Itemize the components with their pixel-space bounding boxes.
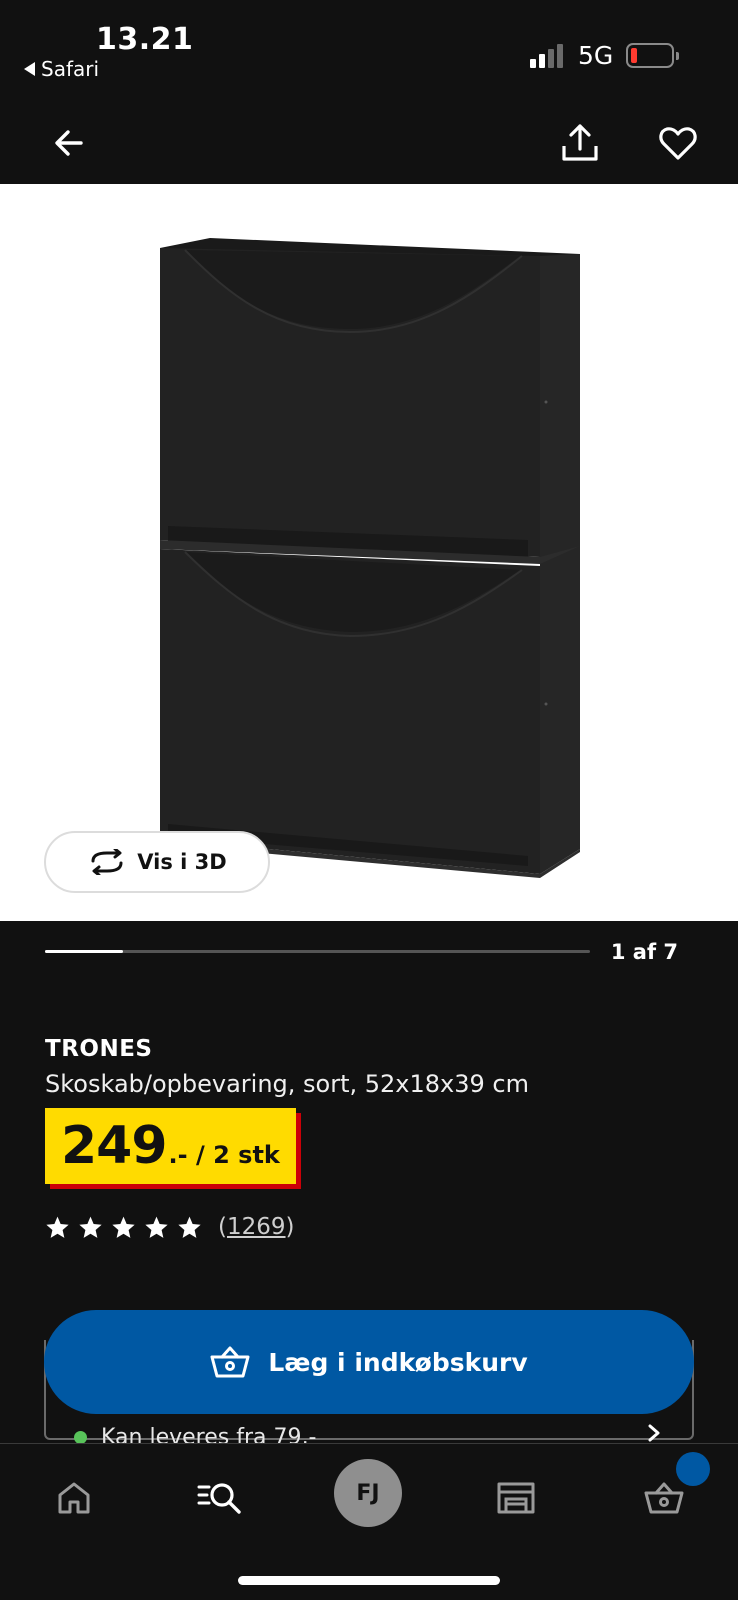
back-to-app[interactable]: Safari [24, 57, 99, 81]
view-in-3d-label: Vis i 3D [137, 850, 227, 874]
store-icon [497, 1482, 535, 1514]
review-count[interactable]: (1269) [218, 1214, 295, 1240]
add-to-cart-button[interactable]: Læg i indkøbskurv [44, 1310, 694, 1414]
back-app-label: Safari [41, 57, 100, 81]
search-icon [197, 1483, 241, 1514]
tab-search[interactable] [190, 1468, 250, 1528]
tab-home[interactable] [44, 1468, 104, 1528]
price-main: 249 [61, 1116, 168, 1176]
rating-stars [45, 1215, 202, 1240]
shoe-cabinet-image [160, 238, 580, 878]
favorite-button[interactable] [653, 118, 703, 168]
profile-initials: FJ [356, 1480, 380, 1506]
cart-icon [644, 1482, 684, 1514]
back-triangle-icon [24, 62, 35, 76]
rating[interactable]: (1269) [45, 1214, 295, 1240]
nav-bar [0, 100, 738, 184]
basket-icon [210, 1346, 250, 1378]
home-indicator [238, 1576, 500, 1585]
product-description: Skoskab/opbevaring, sort, 52x18x39 cm [45, 1070, 529, 1098]
price-tag: 249 .- / 2 stk [45, 1108, 296, 1184]
gallery-progress [45, 950, 590, 953]
add-to-cart-label: Læg i indkøbskurv [268, 1347, 528, 1377]
back-button[interactable] [44, 118, 94, 168]
signal-icon [530, 44, 563, 68]
tab-profile[interactable]: FJ [334, 1459, 402, 1527]
star-icon [145, 1216, 168, 1238]
battery-icon [626, 43, 679, 68]
cart-badge [676, 1452, 710, 1486]
product-name: TRONES [45, 1036, 153, 1062]
price-suffix: .- / 2 stk [168, 1141, 280, 1169]
star-icon [112, 1216, 135, 1238]
star-icon [178, 1216, 201, 1238]
home-icon [58, 1482, 90, 1514]
gallery-counter: 1 af 7 [610, 940, 678, 964]
star-icon [46, 1216, 69, 1238]
gallery-progress-fill [45, 950, 123, 953]
network-label: 5G [578, 41, 614, 70]
share-button[interactable] [555, 118, 605, 168]
arrow-left-icon [55, 130, 83, 156]
product-image[interactable]: Vis i 3D [0, 184, 738, 921]
share-icon [562, 124, 598, 161]
star-icon [79, 1216, 102, 1238]
status-bar: 13.21 Safari 5G [0, 0, 738, 100]
rotate-3d-icon [91, 849, 123, 875]
heart-icon [659, 127, 697, 160]
view-in-3d-button[interactable]: Vis i 3D [44, 831, 270, 893]
tab-store[interactable] [486, 1468, 546, 1528]
status-time: 13.21 [96, 22, 194, 57]
